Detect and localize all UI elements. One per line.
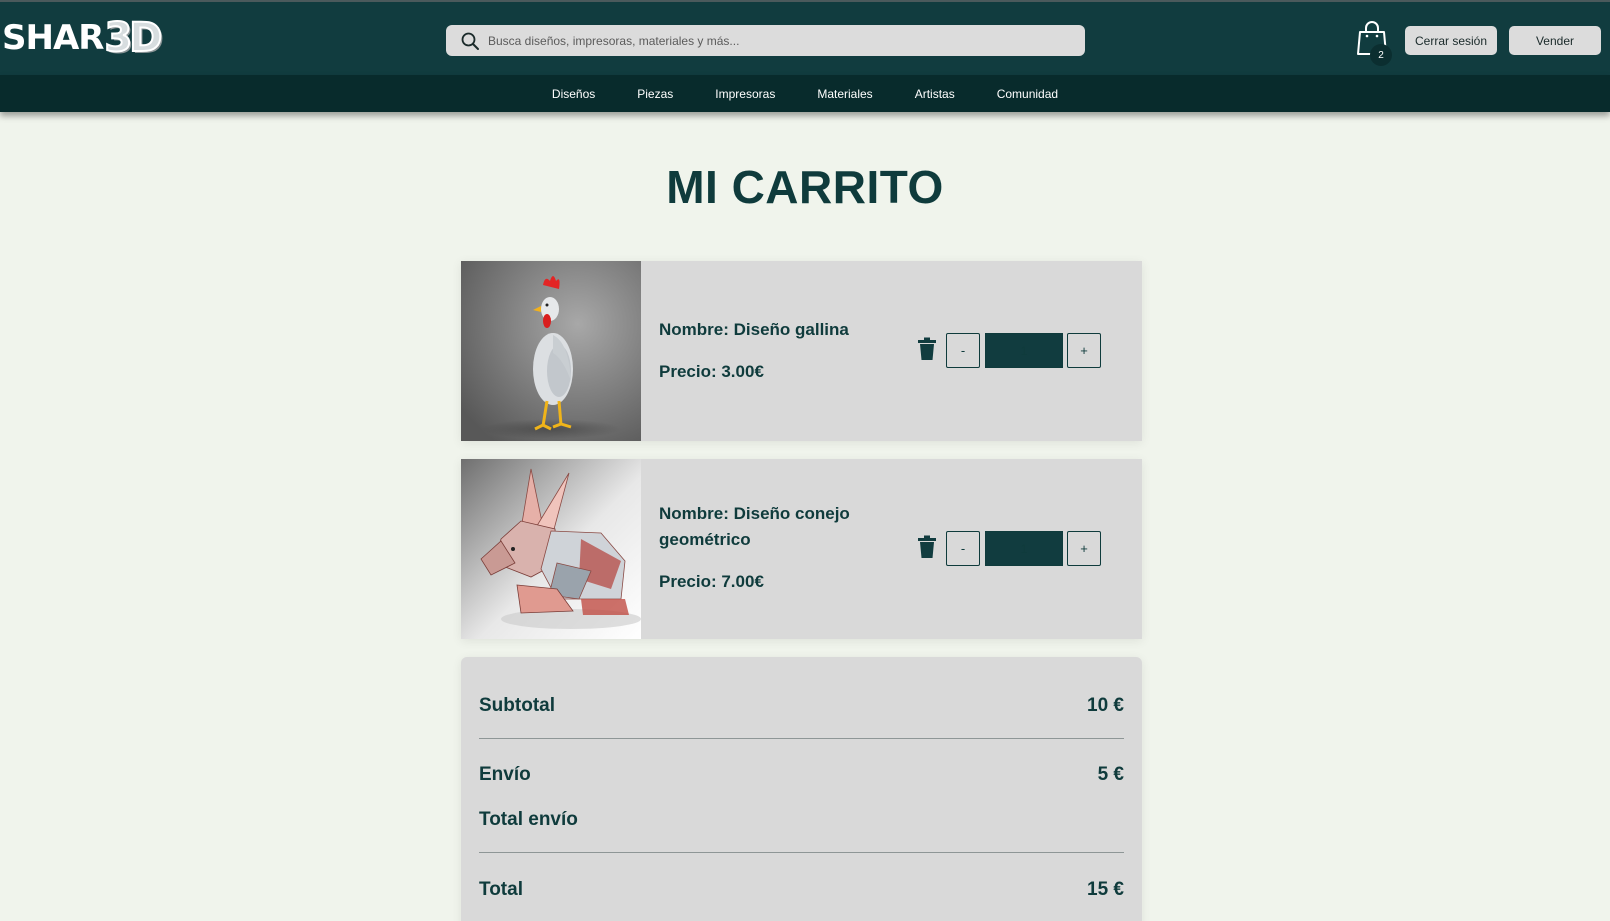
increase-quantity-button[interactable]: + bbox=[1067, 333, 1101, 368]
search-bar[interactable] bbox=[446, 25, 1085, 56]
logo-accent: 3D bbox=[103, 14, 163, 62]
total-label: Total bbox=[479, 879, 523, 900]
search-icon bbox=[460, 31, 480, 51]
quantity-input[interactable] bbox=[985, 333, 1063, 368]
nav-item-disenos[interactable]: Diseños bbox=[552, 87, 595, 101]
product-image-rooster[interactable] bbox=[461, 261, 641, 441]
subtotal-row: Subtotal 10 € bbox=[479, 695, 1124, 717]
cart-item: Nombre: Diseño conejo geométrico Precio:… bbox=[461, 459, 1142, 639]
main-nav: Diseños Piezas Impresoras Materiales Art… bbox=[0, 75, 1610, 112]
trash-icon[interactable] bbox=[917, 535, 937, 559]
shipping-row: Envío 5 € bbox=[479, 764, 1124, 786]
subtotal-value: 10 € bbox=[1087, 695, 1124, 716]
nav-item-artistas[interactable]: Artistas bbox=[915, 87, 955, 101]
logout-button[interactable]: Cerrar sesión bbox=[1405, 26, 1497, 55]
subtotal-label: Subtotal bbox=[479, 695, 555, 716]
trash-icon[interactable] bbox=[917, 337, 937, 361]
shipping-total-label: Total envío bbox=[479, 809, 578, 830]
quantity-input[interactable] bbox=[985, 531, 1063, 566]
decrease-quantity-button[interactable]: - bbox=[946, 531, 980, 566]
total-value: 15 € bbox=[1087, 879, 1124, 900]
product-image-rabbit[interactable] bbox=[461, 459, 641, 639]
nav-item-comunidad[interactable]: Comunidad bbox=[997, 87, 1058, 101]
shipping-label: Envío bbox=[479, 764, 531, 785]
logo[interactable]: SHAR 3D bbox=[2, 14, 163, 62]
search-input[interactable] bbox=[488, 33, 1078, 48]
decrease-quantity-button[interactable]: - bbox=[946, 333, 980, 368]
nav-item-materiales[interactable]: Materiales bbox=[817, 87, 872, 101]
logo-text: SHAR bbox=[2, 18, 104, 58]
product-name: Nombre: Diseño conejo geométrico bbox=[659, 504, 850, 549]
shipping-value: 5 € bbox=[1097, 764, 1124, 785]
total-row: Total 15 € bbox=[479, 879, 1124, 901]
product-price: Precio: 3.00€ bbox=[659, 362, 764, 381]
cart-count-badge: 2 bbox=[1370, 44, 1392, 66]
shipping-total-row: Total envío bbox=[479, 809, 1124, 831]
increase-quantity-button[interactable]: + bbox=[1067, 531, 1101, 566]
product-price: Precio: 7.00€ bbox=[659, 572, 764, 591]
summary-divider bbox=[479, 852, 1124, 853]
product-name: Nombre: Diseño gallina bbox=[659, 320, 849, 339]
top-header: SHAR 3D 2 Cerrar sesión Vender bbox=[0, 0, 1610, 75]
cart-item: Nombre: Diseño gallina Precio: 3.00€ - + bbox=[461, 261, 1142, 441]
summary-divider bbox=[479, 738, 1124, 739]
cart-button[interactable]: 2 bbox=[1356, 20, 1394, 66]
nav-item-impresoras[interactable]: Impresoras bbox=[715, 87, 775, 101]
page-title: MI CARRITO bbox=[666, 161, 944, 213]
order-summary: Subtotal 10 € Envío 5 € Total envío Tota… bbox=[461, 657, 1142, 921]
sell-button[interactable]: Vender bbox=[1509, 26, 1601, 55]
nav-item-piezas[interactable]: Piezas bbox=[637, 87, 673, 101]
